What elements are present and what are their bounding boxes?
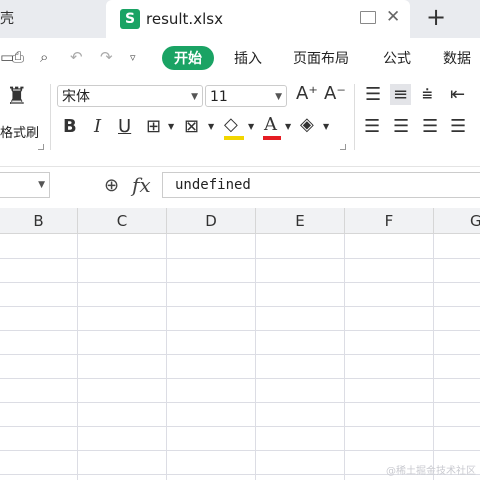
- align-top-icon[interactable]: ☰: [365, 84, 381, 105]
- clear-format-dropdown-icon[interactable]: ▼: [323, 122, 329, 131]
- gridline-vertical: [344, 234, 345, 480]
- font-size-value: 11: [210, 89, 228, 105]
- tab-bar: 壳 S result.xlsx ✕ +: [0, 0, 480, 38]
- quick-access-dropdown-icon[interactable]: ▿: [130, 49, 147, 66]
- borders-icon[interactable]: ⊞: [146, 116, 161, 137]
- fill-color-icon[interactable]: ◇: [224, 114, 238, 135]
- spreadsheet-file-icon: S: [120, 9, 140, 29]
- print-preview-icon[interactable]: ⌕: [40, 49, 57, 66]
- align-left-icon[interactable]: ☰: [364, 116, 380, 137]
- column-header-c[interactable]: C: [78, 208, 167, 234]
- spreadsheet-grid[interactable]: B C D E F G @稀土掘金技术社区: [0, 208, 480, 480]
- font-size-select[interactable]: 11 ▼: [205, 85, 287, 107]
- format-painter-label[interactable]: 格式刷: [0, 122, 39, 141]
- menu-bar: ▭ ⎙ ⌕ ↶ ↷ ▿ 开始 插入 页面布局 公式 数据: [0, 38, 480, 80]
- gridline-horizontal: [0, 426, 480, 427]
- font-color-icon[interactable]: A: [264, 114, 277, 135]
- decrease-indent-icon[interactable]: ⇤: [450, 84, 465, 105]
- ribbon-home: ♜ 格式刷 宋体 ▼ 11 ▼ A⁺ A⁻ B I U ⊞ ▼ ⊠ ▼ ◇ ▼ …: [0, 80, 480, 154]
- insert-function-icon[interactable]: fx: [132, 173, 151, 197]
- cell-style-dropdown-icon[interactable]: ▼: [208, 122, 214, 131]
- fill-color-dropdown-icon[interactable]: ▼: [248, 122, 254, 131]
- watermark-text: @稀土掘金技术社区: [386, 466, 476, 477]
- gridline-horizontal: [0, 306, 480, 307]
- close-tab-icon[interactable]: ✕: [386, 7, 400, 27]
- tab-result-xlsx[interactable]: S result.xlsx ✕: [106, 0, 410, 38]
- menu-tab-page-layout[interactable]: 页面布局: [293, 48, 349, 68]
- redo-icon[interactable]: ↷: [100, 49, 117, 66]
- fill-color-swatch: [224, 136, 244, 140]
- borders-dropdown-icon[interactable]: ▼: [168, 122, 174, 131]
- gridline-horizontal: [0, 402, 480, 403]
- print-icon[interactable]: ⎙: [12, 49, 29, 66]
- column-header-g[interactable]: G: [434, 208, 480, 234]
- column-header-d[interactable]: D: [167, 208, 256, 234]
- justify-icon[interactable]: ☰: [450, 116, 466, 137]
- tab-previous[interactable]: 壳: [0, 0, 106, 38]
- bold-icon[interactable]: B: [63, 116, 77, 137]
- font-group-launcher[interactable]: [340, 144, 346, 150]
- gridline-horizontal: [0, 450, 480, 451]
- window-dock-icon[interactable]: [360, 11, 376, 24]
- chevron-down-icon: ▼: [275, 92, 282, 102]
- formula-input[interactable]: undefined: [162, 172, 480, 198]
- gridline-horizontal: [0, 282, 480, 283]
- ribbon-separator: [354, 84, 355, 150]
- font-color-swatch: [263, 136, 281, 140]
- column-header-b[interactable]: B: [0, 208, 78, 234]
- decrease-font-size-icon[interactable]: A⁻: [324, 83, 346, 104]
- format-painter-icon[interactable]: ♜: [6, 82, 28, 110]
- menu-tab-home[interactable]: 开始: [162, 46, 214, 70]
- chevron-down-icon: ▼: [191, 92, 198, 102]
- font-color-dropdown-icon[interactable]: ▼: [285, 122, 291, 131]
- menu-tab-data[interactable]: 数据: [443, 48, 471, 68]
- increase-font-size-icon[interactable]: A⁺: [296, 83, 318, 104]
- column-header-f[interactable]: F: [345, 208, 434, 234]
- gridline-vertical: [255, 234, 256, 480]
- gridline-vertical: [166, 234, 167, 480]
- gridline-vertical: [433, 234, 434, 480]
- font-name-value: 宋体: [62, 89, 90, 105]
- clear-format-icon[interactable]: ◈: [300, 114, 314, 135]
- menu-tab-formulas[interactable]: 公式: [383, 48, 411, 68]
- font-name-select[interactable]: 宋体 ▼: [57, 85, 203, 107]
- cell-style-icon[interactable]: ⊠: [184, 116, 199, 137]
- gridline-horizontal: [0, 378, 480, 379]
- chevron-down-icon: ▼: [38, 180, 45, 190]
- underline-icon[interactable]: U: [118, 116, 131, 137]
- tab-file-name: result.xlsx: [146, 10, 223, 28]
- gridline-vertical: [77, 234, 78, 480]
- clipboard-group-launcher[interactable]: [38, 144, 44, 150]
- align-middle-icon[interactable]: ≡: [390, 84, 412, 105]
- column-header-e[interactable]: E: [256, 208, 345, 234]
- menu-tab-insert[interactable]: 插入: [234, 48, 262, 68]
- undo-icon[interactable]: ↶: [70, 49, 87, 66]
- name-box[interactable]: ▼: [0, 172, 50, 198]
- align-center-icon[interactable]: ☰: [393, 116, 409, 137]
- new-tab-button[interactable]: +: [426, 3, 446, 31]
- ribbon-separator: [50, 84, 51, 150]
- gridline-horizontal: [0, 354, 480, 355]
- align-right-icon[interactable]: ☰: [422, 116, 438, 137]
- italic-icon[interactable]: I: [94, 116, 101, 137]
- zoom-search-icon[interactable]: ⊕: [104, 175, 119, 196]
- align-bottom-icon[interactable]: ⩧: [422, 84, 433, 105]
- tab-previous-label: 壳: [0, 11, 14, 27]
- formula-bar: ▼ ⊕ fx undefined: [0, 166, 480, 205]
- gridline-horizontal: [0, 258, 480, 259]
- gridline-horizontal: [0, 330, 480, 331]
